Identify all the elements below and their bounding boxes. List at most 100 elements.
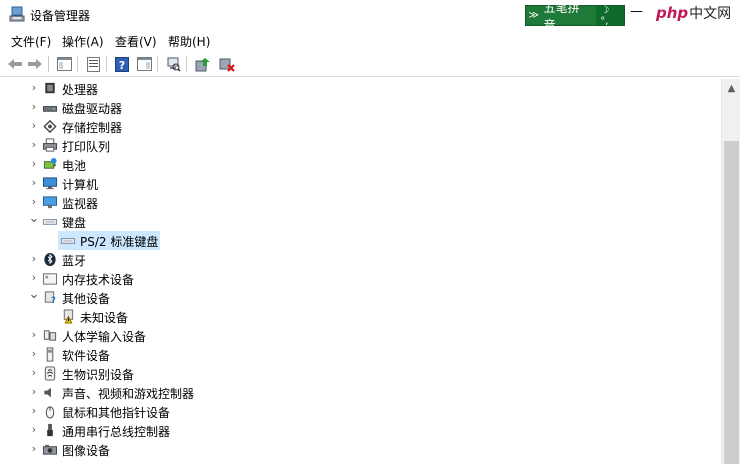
chevron-right-icon[interactable]: ›: [28, 138, 40, 152]
tree-item-label: 软件设备: [62, 349, 111, 363]
processor-icon: [45, 82, 55, 94]
tree-item-label: 磁盘驱动器: [62, 102, 123, 116]
forward-icon[interactable]: [26, 55, 44, 73]
tree-item-label: 处理器: [62, 83, 99, 97]
unknown-device-warning-icon: [63, 309, 74, 324]
watermark-cn: 中文网: [689, 6, 732, 22]
tree-item-label: 人体学输入设备: [62, 330, 147, 344]
scan-hardware-icon[interactable]: [164, 55, 182, 73]
chevron-right-icon[interactable]: ›: [28, 423, 40, 437]
tree-category[interactable]: › 声音、视频和游戏控制器: [2, 383, 718, 402]
toolbar: ?: [0, 52, 740, 77]
tree-item-label: 图像设备: [62, 444, 111, 458]
device-tree: › 处理器 › 磁盘驱动器 › 存储控制器 › 打印队列 › 电池 › 计算机 › 监视器 ⌄ 键盘 PS/2 …: [2, 79, 720, 464]
tree-item-label: 蓝牙: [62, 254, 87, 268]
chevron-right-icon[interactable]: ›: [28, 347, 40, 361]
menu-help[interactable]: 帮助(H): [168, 33, 210, 50]
chevron-right-icon[interactable]: ›: [28, 328, 40, 342]
tree-category[interactable]: › 蓝牙: [2, 250, 718, 269]
disk-drive-icon: [42, 106, 58, 112]
tree-item-label: 内存技术设备: [62, 273, 135, 287]
tree-category[interactable]: ⌄ 键盘: [2, 211, 718, 231]
chevron-right-icon[interactable]: ›: [28, 404, 40, 418]
uninstall-device-icon[interactable]: [218, 55, 236, 73]
keyboard-icon: [42, 219, 58, 225]
tree-category[interactable]: › 鼠标和其他指针设备: [2, 402, 718, 421]
device-manager-app-icon: [9, 6, 25, 22]
tree-category[interactable]: › 人体学输入设备: [2, 326, 718, 345]
chevron-right-icon[interactable]: ›: [28, 195, 40, 209]
scroll-up-arrow-icon[interactable]: ▲: [722, 79, 740, 96]
chevron-right-icon[interactable]: ›: [28, 176, 40, 190]
toolbar-separator: [157, 56, 158, 72]
chevron-right-icon[interactable]: ›: [28, 81, 40, 95]
tree-category[interactable]: › 存储控制器: [2, 117, 718, 136]
vertical-scrollbar[interactable]: ▲: [721, 79, 740, 464]
help-icon[interactable]: ?: [113, 55, 131, 73]
tree-item-label: 键盘: [62, 216, 87, 230]
biometric-icon: [44, 366, 56, 381]
toolbar-separator: [48, 56, 49, 72]
chevron-right-icon[interactable]: ›: [28, 100, 40, 114]
menu-view[interactable]: 查看(V): [115, 33, 157, 50]
printer-icon: [42, 138, 58, 152]
tree-category[interactable]: › 通用串行总线控制器: [2, 421, 718, 440]
chevron-down-icon[interactable]: ⌄: [28, 287, 40, 302]
mouse-icon: [45, 406, 55, 419]
tree-category[interactable]: › 生物识别设备: [2, 364, 718, 383]
chevron-right-icon[interactable]: ›: [28, 252, 40, 266]
tree-category[interactable]: › 处理器: [2, 79, 718, 98]
action-pane-icon[interactable]: [135, 55, 153, 73]
menu-action[interactable]: 操作(A): [62, 33, 104, 50]
chevron-right-icon[interactable]: ›: [28, 119, 40, 133]
properties-icon[interactable]: [84, 55, 102, 73]
ime-options-icon[interactable]: ☽ °,: [596, 5, 625, 27]
chevron-right-icon[interactable]: ›: [28, 442, 40, 456]
svg-text:?: ?: [51, 295, 56, 305]
tree-category[interactable]: › 监视器: [2, 193, 718, 212]
battery-icon: [43, 157, 57, 169]
tree-category[interactable]: › 打印队列: [2, 136, 718, 155]
tree-category[interactable]: › 计算机: [2, 174, 718, 193]
bluetooth-icon: [44, 252, 56, 267]
ime-indicator[interactable]: ≫ 五笔拼音 ☽ °,: [525, 1, 625, 32]
usb-icon: [47, 423, 53, 437]
keyboard-icon: [60, 238, 76, 244]
tree-item-label: 鼠标和其他指针设备: [62, 406, 171, 420]
tree-device[interactable]: PS/2 标准键盘: [2, 231, 718, 250]
software-device-icon: [46, 347, 54, 362]
show-hide-tree-icon[interactable]: [55, 55, 73, 73]
tree-category[interactable]: › 电池: [2, 155, 718, 174]
computer-icon: [42, 177, 58, 190]
back-icon[interactable]: [6, 55, 24, 73]
tree-item-label: 监视器: [62, 197, 99, 211]
minimize-button[interactable]: —: [630, 4, 643, 19]
chevron-right-icon[interactable]: ›: [28, 385, 40, 399]
tree-item-label: 存储控制器: [62, 121, 123, 135]
tree-category[interactable]: › 磁盘驱动器: [2, 98, 718, 117]
ime-label: 五笔拼音: [543, 0, 580, 32]
tree-category[interactable]: › 软件设备: [2, 345, 718, 364]
title-bar: 设备管理器 ≫ 五笔拼音 ☽ °, — php 中文网: [0, 0, 740, 32]
other-devices-icon: ?: [44, 291, 56, 305]
tree-item-label: 未知设备: [80, 311, 129, 325]
tree-item-label: 声音、视频和游戏控制器: [62, 387, 195, 401]
update-driver-icon[interactable]: [194, 55, 212, 73]
imaging-device-icon: [42, 444, 58, 455]
scrollbar-thumb[interactable]: [724, 141, 739, 464]
tree-category[interactable]: › 内存技术设备: [2, 269, 718, 288]
tree-device[interactable]: 未知设备: [2, 307, 718, 326]
tree-item-label: PS/2 标准键盘: [80, 235, 159, 249]
tree-category[interactable]: › 图像设备: [2, 440, 718, 459]
tree-category[interactable]: ⌄? 其他设备: [2, 287, 718, 307]
tree-item-label: 计算机: [62, 178, 99, 192]
tree-item-label: 通用串行总线控制器: [62, 425, 171, 439]
svg-text:?: ?: [119, 59, 125, 72]
chevron-right-icon[interactable]: ›: [28, 271, 40, 285]
menu-file[interactable]: 文件(F): [11, 33, 51, 50]
chevron-right-icon[interactable]: ›: [28, 366, 40, 380]
chevron-right-icon[interactable]: ›: [28, 157, 40, 171]
chevron-down-icon[interactable]: ⌄: [28, 211, 40, 226]
toolbar-separator: [77, 56, 78, 72]
tree-item-label: 其他设备: [62, 292, 111, 306]
